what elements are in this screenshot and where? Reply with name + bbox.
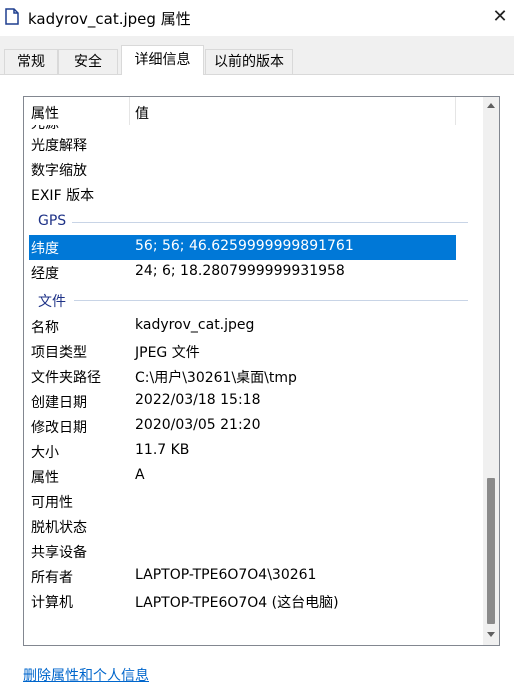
list-item[interactable]: 创建日期 2022/03/18 15:18	[24, 389, 483, 414]
list-item[interactable]: 计算机 LAPTOP-TPE6O7O4 (这台电脑)	[24, 589, 483, 614]
group-header-gps[interactable]: GPS	[24, 210, 483, 235]
list-item[interactable]: 共享设备	[24, 539, 483, 564]
item-value: A	[135, 467, 145, 483]
list-item-selected[interactable]: 纬度 56; 56; 46.6259999999891761	[29, 235, 456, 260]
item-name: 计算机	[31, 595, 73, 611]
property-list[interactable]: 属性 值 光源 光度解释 数字缩放 EXIF 版本 GPS 纬度 56; 56;…	[23, 96, 500, 646]
column-header-property[interactable]: 属性	[31, 103, 59, 123]
list-item[interactable]: 数字缩放	[24, 157, 483, 182]
item-name: 修改日期	[31, 420, 87, 436]
group-title: GPS	[38, 213, 67, 229]
group-separator	[72, 222, 468, 223]
item-value: C:\用户\30261\桌面\tmp	[135, 370, 297, 386]
item-value: 2022/03/18 15:18	[135, 392, 261, 408]
group-title: 文件	[38, 294, 66, 310]
list-item[interactable]: 光度解释	[24, 132, 483, 157]
list-item[interactable]: 可用性	[24, 489, 483, 514]
close-icon[interactable]: ✕	[486, 2, 514, 32]
item-name: 数字缩放	[31, 163, 87, 179]
scrollbar-thumb[interactable]	[487, 478, 495, 624]
list-item[interactable]: 所有者 LAPTOP-TPE6O7O4\30261	[24, 564, 483, 589]
list-item[interactable]: 名称 kadyrov_cat.jpeg	[24, 314, 483, 339]
remove-properties-link[interactable]: 删除属性和个人信息	[23, 665, 149, 685]
item-value: 24; 6; 18.2807999999931958	[135, 263, 345, 279]
title-bar: kadyrov_cat.jpeg 属性 ✕	[0, 0, 514, 36]
item-name: 创建日期	[31, 395, 87, 411]
tab-previous-versions[interactable]: 以前的版本	[205, 49, 293, 74]
tab-strip: 常规 安全 详细信息 以前的版本	[0, 44, 514, 75]
vertical-scrollbar[interactable]	[483, 97, 499, 645]
item-value: 2020/03/05 21:20	[135, 417, 261, 433]
item-name: 脱机状态	[31, 520, 87, 536]
item-value: 56; 56; 46.6259999999891761	[135, 238, 354, 254]
list-item[interactable]: 大小 11.7 KB	[24, 439, 483, 464]
item-name: 光源	[31, 125, 59, 130]
column-divider[interactable]	[129, 97, 130, 125]
item-value: LAPTOP-TPE6O7O4 (这台电脑)	[135, 595, 339, 611]
list-item[interactable]: 项目类型 JPEG 文件	[24, 339, 483, 364]
column-divider[interactable]	[455, 97, 456, 125]
list-header: 属性 值	[24, 97, 483, 125]
item-name: 属性	[31, 470, 59, 486]
list-item[interactable]: 文件夹路径 C:\用户\30261\桌面\tmp	[24, 364, 483, 389]
list-item[interactable]: 修改日期 2020/03/05 21:20	[24, 414, 483, 439]
tab-security[interactable]: 安全	[58, 49, 118, 74]
tab-divider	[0, 74, 514, 75]
file-icon	[5, 8, 19, 25]
item-name: 名称	[31, 320, 59, 336]
scroll-down-arrow-icon[interactable]	[487, 632, 495, 637]
tab-details[interactable]: 详细信息	[121, 45, 204, 75]
item-name: 所有者	[31, 570, 73, 586]
item-name: 大小	[31, 445, 59, 461]
item-value: JPEG 文件	[135, 345, 200, 361]
scroll-up-arrow-icon[interactable]	[487, 103, 495, 108]
column-header-value[interactable]: 值	[135, 103, 149, 123]
item-value: 11.7 KB	[135, 442, 190, 458]
group-separator	[74, 300, 468, 301]
list-item[interactable]: 经度 24; 6; 18.2807999999931958	[24, 260, 483, 285]
item-name: 项目类型	[31, 345, 87, 361]
item-name: 经度	[31, 266, 59, 282]
window-title: kadyrov_cat.jpeg 属性	[28, 10, 191, 28]
tab-general[interactable]: 常规	[4, 49, 58, 74]
list-item[interactable]: EXIF 版本	[24, 182, 483, 207]
item-name: 纬度	[31, 241, 59, 257]
item-value: LAPTOP-TPE6O7O4\30261	[135, 567, 317, 583]
item-value: kadyrov_cat.jpeg	[135, 317, 255, 333]
item-name: EXIF 版本	[31, 188, 95, 204]
list-item-partial: 光源	[24, 125, 483, 130]
item-name: 光度解释	[31, 138, 87, 154]
list-item[interactable]: 属性 A	[24, 464, 483, 489]
item-name: 文件夹路径	[31, 370, 101, 386]
item-name: 可用性	[31, 495, 73, 511]
list-item[interactable]: 脱机状态	[24, 514, 483, 539]
item-name: 共享设备	[31, 545, 87, 561]
group-header-file[interactable]: 文件	[24, 288, 483, 313]
